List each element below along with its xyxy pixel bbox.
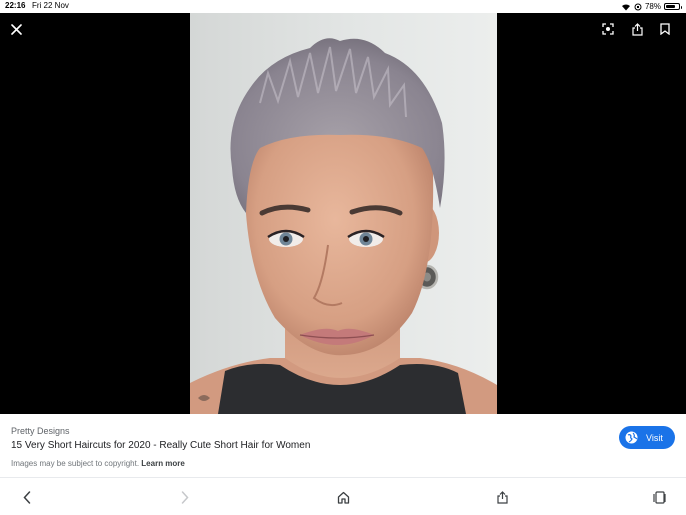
- orientation-lock-icon: [634, 3, 642, 10]
- share-page-button[interactable]: [493, 488, 511, 506]
- result-image[interactable]: [190, 13, 497, 414]
- bookmark-icon: [660, 23, 670, 35]
- back-icon: [23, 490, 31, 504]
- status-time: 22:16: [5, 1, 26, 10]
- lens-button[interactable]: [599, 20, 617, 38]
- battery-percent: 78%: [644, 2, 661, 11]
- screen: 22:16 Fri 22 Nov 78% Pretty Designs 15 V…: [0, 0, 686, 515]
- save-image-button[interactable]: [656, 20, 674, 38]
- image-source[interactable]: Pretty Designs: [11, 426, 70, 436]
- tabs-button[interactable]: [650, 488, 668, 506]
- image-viewer: [0, 13, 686, 414]
- share-icon: [631, 22, 643, 36]
- copyright-text: Images may be subject to copyright.: [11, 459, 140, 468]
- battery-fill: [666, 5, 676, 8]
- learn-more-link[interactable]: Learn more: [141, 459, 185, 468]
- forward-button[interactable]: [176, 488, 194, 506]
- copyright-notice: Images may be subject to copyright. Lear…: [11, 459, 185, 468]
- close-icon: [10, 23, 22, 35]
- status-bar: 22:16 Fri 22 Nov 78%: [0, 0, 686, 13]
- forward-icon: [181, 490, 189, 504]
- tabs-icon: [652, 490, 666, 504]
- status-indicators: 78%: [621, 1, 682, 12]
- globe-icon: [625, 431, 638, 444]
- share-image-button[interactable]: [628, 20, 646, 38]
- battery-icon: [664, 3, 682, 10]
- visit-button[interactable]: Visit: [619, 426, 675, 449]
- image-title[interactable]: 15 Very Short Haircuts for 2020 - Really…: [11, 440, 310, 451]
- portrait-photo: [190, 13, 497, 414]
- home-button[interactable]: [334, 488, 352, 506]
- back-button[interactable]: [18, 488, 36, 506]
- wifi-icon: [621, 3, 630, 11]
- home-icon: [337, 491, 349, 504]
- close-button[interactable]: [7, 20, 25, 38]
- lens-icon: [602, 23, 614, 35]
- image-info-panel: Pretty Designs 15 Very Short Haircuts fo…: [0, 414, 686, 477]
- status-date: Fri 22 Nov: [32, 1, 69, 10]
- share-icon: [496, 490, 508, 504]
- visit-label: Visit: [646, 432, 663, 443]
- browser-toolbar: [0, 477, 686, 515]
